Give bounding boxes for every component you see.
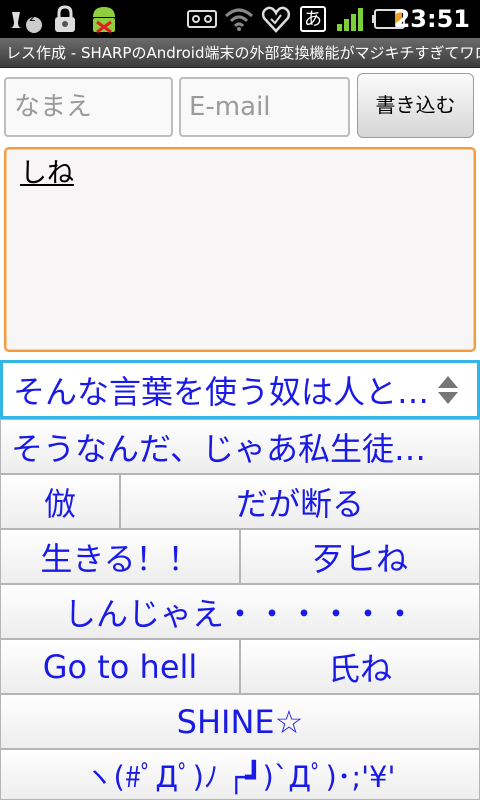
candidate-item[interactable]: 歹ヒね — [240, 529, 480, 584]
submit-button[interactable]: 書き込む — [357, 73, 474, 138]
candidate-item[interactable]: 倣 — [0, 474, 120, 529]
android-debug-icon — [86, 4, 122, 34]
candidate-label: 倣 — [43, 484, 76, 523]
candidate-label: だが断る — [235, 484, 364, 523]
candidate-label: Go to hell — [42, 647, 198, 686]
candidate-label: ヽ(#ﾟДﾟ)ﾉ ┌┛)`Дﾟ)･;'¥' — [84, 759, 396, 794]
candidate-row: 生きる！！ 歹ヒね — [0, 529, 480, 584]
status-bar: 2 あ 23:51 — [0, 0, 480, 38]
candidate-item[interactable]: 生きる！！ — [0, 529, 240, 584]
candidate-label: そんな言葉を使う奴は人と… — [13, 372, 430, 411]
candidate-item[interactable]: しんじゃえ・・・・・・ — [0, 584, 480, 639]
candidate-label: しんじゃえ・・・・・・ — [63, 594, 416, 633]
message-body-text: しね — [20, 158, 74, 189]
notification-count: 2 — [29, 11, 36, 24]
candidate-item[interactable]: そんな言葉を使う奴は人と… — [0, 360, 480, 419]
candidate-row: そんな言葉を使う奴は人と… — [0, 360, 480, 419]
expand-icon[interactable] — [436, 374, 460, 406]
candidate-item[interactable]: だが断る — [120, 474, 480, 529]
name-placeholder: なまえ — [14, 92, 93, 122]
wifi-icon — [224, 4, 254, 34]
name-field[interactable]: なまえ — [4, 77, 173, 137]
candidate-label: SHINE☆ — [176, 702, 304, 741]
candidate-item[interactable]: Go to hell — [0, 639, 240, 694]
candidate-item[interactable]: ヽ(#ﾟДﾟ)ﾉ ┌┛)`Дﾟ)･;'¥' — [0, 749, 480, 800]
candidate-item[interactable]: SHINE☆ — [0, 694, 480, 749]
candidate-row: そうなんだ、じゃあ私生徒… — [0, 419, 480, 474]
kana-input-icon: あ — [298, 4, 328, 34]
conversion-candidates: そんな言葉を使う奴は人と… そうなんだ、じゃあ私生徒… 倣 だが断る 生きる！！… — [0, 360, 480, 800]
window-title: レス作成 - SHARPのAndroid端末の外部変換機能がマジキチすぎてワロタ… — [0, 38, 480, 68]
lock-icon — [50, 4, 80, 34]
email-placeholder: E-mail — [189, 92, 271, 122]
candidate-label: そうなんだ、じゃあ私生徒… — [11, 429, 427, 468]
heart-icon — [260, 4, 292, 34]
email-field[interactable]: E-mail — [179, 77, 350, 137]
candidate-label: 生きる！！ — [40, 539, 200, 578]
candidate-row: ヽ(#ﾟДﾟ)ﾉ ┌┛)`Дﾟ)･;'¥' — [0, 749, 480, 800]
candidate-label: 氏ね — [327, 649, 392, 688]
reply-form: なまえ E-mail 書き込む しね — [0, 68, 480, 360]
clock: 23:51 — [393, 5, 470, 33]
signal-icon — [334, 4, 366, 34]
candidate-item[interactable]: 氏ね — [240, 639, 480, 694]
candidate-row: 倣 だが断る — [0, 474, 480, 529]
candidate-item[interactable]: そうなんだ、じゃあ私生徒… — [0, 419, 480, 474]
candidate-label: 歹ヒね — [311, 539, 408, 578]
voicemail-icon — [186, 4, 218, 34]
candidate-row: しんじゃえ・・・・・・ — [0, 584, 480, 639]
candidate-row: Go to hell 氏ね — [0, 639, 480, 694]
candidate-row: SHINE☆ — [0, 694, 480, 749]
message-body-field[interactable]: しね — [4, 147, 476, 352]
notification-icon[interactable]: 2 — [6, 4, 46, 34]
